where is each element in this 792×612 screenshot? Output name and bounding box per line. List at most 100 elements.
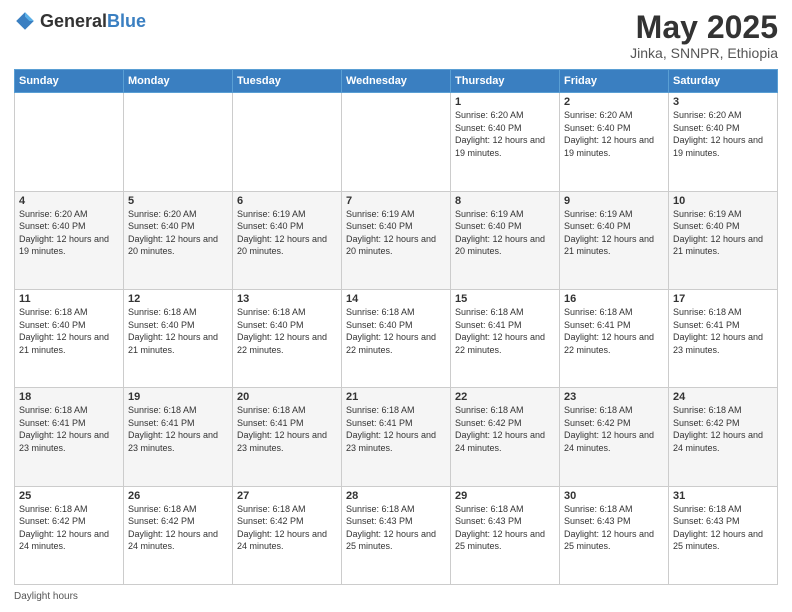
location: Jinka, SNNPR, Ethiopia — [630, 45, 778, 61]
calendar-cell: 15Sunrise: 6:18 AMSunset: 6:41 PMDayligh… — [451, 289, 560, 387]
page: GeneralBlue May 2025 Jinka, SNNPR, Ethio… — [0, 0, 792, 612]
calendar-cell: 8Sunrise: 6:19 AMSunset: 6:40 PMDaylight… — [451, 191, 560, 289]
calendar-week-row: 25Sunrise: 6:18 AMSunset: 6:42 PMDayligh… — [15, 486, 778, 584]
calendar-cell — [233, 93, 342, 191]
calendar-cell: 21Sunrise: 6:18 AMSunset: 6:41 PMDayligh… — [342, 388, 451, 486]
calendar-cell — [15, 93, 124, 191]
calendar-cell: 27Sunrise: 6:18 AMSunset: 6:42 PMDayligh… — [233, 486, 342, 584]
calendar-cell: 10Sunrise: 6:19 AMSunset: 6:40 PMDayligh… — [669, 191, 778, 289]
day-number: 21 — [346, 391, 446, 403]
day-number: 17 — [673, 293, 773, 305]
footer: Daylight hours — [14, 591, 778, 602]
calendar-cell: 18Sunrise: 6:18 AMSunset: 6:41 PMDayligh… — [15, 388, 124, 486]
calendar-cell — [342, 93, 451, 191]
day-number: 2 — [564, 96, 664, 108]
day-number: 22 — [455, 391, 555, 403]
calendar-cell: 12Sunrise: 6:18 AMSunset: 6:40 PMDayligh… — [124, 289, 233, 387]
calendar-week-row: 4Sunrise: 6:20 AMSunset: 6:40 PMDaylight… — [15, 191, 778, 289]
day-info: Sunrise: 6:20 AMSunset: 6:40 PMDaylight:… — [564, 109, 664, 159]
day-number: 6 — [237, 195, 337, 207]
day-info: Sunrise: 6:18 AMSunset: 6:41 PMDaylight:… — [673, 306, 773, 356]
day-info: Sunrise: 6:18 AMSunset: 6:40 PMDaylight:… — [128, 306, 228, 356]
day-number: 4 — [19, 195, 119, 207]
day-info: Sunrise: 6:20 AMSunset: 6:40 PMDaylight:… — [128, 208, 228, 258]
day-number: 26 — [128, 490, 228, 502]
calendar-cell: 20Sunrise: 6:18 AMSunset: 6:41 PMDayligh… — [233, 388, 342, 486]
calendar-cell: 7Sunrise: 6:19 AMSunset: 6:40 PMDaylight… — [342, 191, 451, 289]
day-number: 5 — [128, 195, 228, 207]
calendar-cell: 2Sunrise: 6:20 AMSunset: 6:40 PMDaylight… — [560, 93, 669, 191]
day-number: 9 — [564, 195, 664, 207]
calendar-cell: 4Sunrise: 6:20 AMSunset: 6:40 PMDaylight… — [15, 191, 124, 289]
calendar-header-row: SundayMondayTuesdayWednesdayThursdayFrid… — [15, 70, 778, 93]
day-info: Sunrise: 6:20 AMSunset: 6:40 PMDaylight:… — [19, 208, 119, 258]
day-number: 18 — [19, 391, 119, 403]
day-number: 23 — [564, 391, 664, 403]
calendar-cell: 17Sunrise: 6:18 AMSunset: 6:41 PMDayligh… — [669, 289, 778, 387]
day-info: Sunrise: 6:18 AMSunset: 6:42 PMDaylight:… — [564, 404, 664, 454]
day-number: 27 — [237, 490, 337, 502]
logo-blue: Blue — [107, 11, 146, 31]
calendar-cell: 6Sunrise: 6:19 AMSunset: 6:40 PMDaylight… — [233, 191, 342, 289]
day-info: Sunrise: 6:18 AMSunset: 6:41 PMDaylight:… — [455, 306, 555, 356]
day-number: 25 — [19, 490, 119, 502]
day-number: 8 — [455, 195, 555, 207]
logo: GeneralBlue — [14, 10, 146, 32]
logo-icon — [14, 10, 36, 32]
day-info: Sunrise: 6:18 AMSunset: 6:42 PMDaylight:… — [455, 404, 555, 454]
calendar-cell: 5Sunrise: 6:20 AMSunset: 6:40 PMDaylight… — [124, 191, 233, 289]
day-info: Sunrise: 6:18 AMSunset: 6:42 PMDaylight:… — [128, 503, 228, 553]
day-number: 10 — [673, 195, 773, 207]
calendar-table: SundayMondayTuesdayWednesdayThursdayFrid… — [14, 69, 778, 585]
month-title: May 2025 — [630, 10, 778, 45]
day-number: 30 — [564, 490, 664, 502]
calendar-day-header: Thursday — [451, 70, 560, 93]
day-number: 16 — [564, 293, 664, 305]
day-info: Sunrise: 6:18 AMSunset: 6:42 PMDaylight:… — [19, 503, 119, 553]
day-number: 20 — [237, 391, 337, 403]
day-number: 15 — [455, 293, 555, 305]
calendar-cell: 31Sunrise: 6:18 AMSunset: 6:43 PMDayligh… — [669, 486, 778, 584]
logo-general: General — [40, 11, 107, 31]
day-info: Sunrise: 6:18 AMSunset: 6:41 PMDaylight:… — [237, 404, 337, 454]
day-info: Sunrise: 6:18 AMSunset: 6:42 PMDaylight:… — [237, 503, 337, 553]
calendar-day-header: Saturday — [669, 70, 778, 93]
calendar-cell: 11Sunrise: 6:18 AMSunset: 6:40 PMDayligh… — [15, 289, 124, 387]
calendar-day-header: Sunday — [15, 70, 124, 93]
day-info: Sunrise: 6:18 AMSunset: 6:43 PMDaylight:… — [564, 503, 664, 553]
calendar-cell: 25Sunrise: 6:18 AMSunset: 6:42 PMDayligh… — [15, 486, 124, 584]
day-info: Sunrise: 6:19 AMSunset: 6:40 PMDaylight:… — [237, 208, 337, 258]
day-number: 28 — [346, 490, 446, 502]
calendar-cell: 30Sunrise: 6:18 AMSunset: 6:43 PMDayligh… — [560, 486, 669, 584]
day-number: 14 — [346, 293, 446, 305]
day-info: Sunrise: 6:18 AMSunset: 6:40 PMDaylight:… — [346, 306, 446, 356]
calendar-week-row: 11Sunrise: 6:18 AMSunset: 6:40 PMDayligh… — [15, 289, 778, 387]
calendar-cell: 24Sunrise: 6:18 AMSunset: 6:42 PMDayligh… — [669, 388, 778, 486]
calendar-cell: 9Sunrise: 6:19 AMSunset: 6:40 PMDaylight… — [560, 191, 669, 289]
day-number: 29 — [455, 490, 555, 502]
title-block: May 2025 Jinka, SNNPR, Ethiopia — [630, 10, 778, 61]
calendar-day-header: Monday — [124, 70, 233, 93]
day-info: Sunrise: 6:18 AMSunset: 6:43 PMDaylight:… — [346, 503, 446, 553]
calendar-cell: 19Sunrise: 6:18 AMSunset: 6:41 PMDayligh… — [124, 388, 233, 486]
calendar-cell: 1Sunrise: 6:20 AMSunset: 6:40 PMDaylight… — [451, 93, 560, 191]
day-info: Sunrise: 6:20 AMSunset: 6:40 PMDaylight:… — [673, 109, 773, 159]
header: GeneralBlue May 2025 Jinka, SNNPR, Ethio… — [14, 10, 778, 61]
day-info: Sunrise: 6:18 AMSunset: 6:43 PMDaylight:… — [673, 503, 773, 553]
day-number: 13 — [237, 293, 337, 305]
calendar-cell: 16Sunrise: 6:18 AMSunset: 6:41 PMDayligh… — [560, 289, 669, 387]
calendar-cell: 14Sunrise: 6:18 AMSunset: 6:40 PMDayligh… — [342, 289, 451, 387]
day-info: Sunrise: 6:18 AMSunset: 6:41 PMDaylight:… — [564, 306, 664, 356]
day-number: 1 — [455, 96, 555, 108]
day-info: Sunrise: 6:18 AMSunset: 6:40 PMDaylight:… — [19, 306, 119, 356]
calendar-day-header: Friday — [560, 70, 669, 93]
day-info: Sunrise: 6:19 AMSunset: 6:40 PMDaylight:… — [673, 208, 773, 258]
footer-label: Daylight hours — [14, 591, 78, 602]
calendar-week-row: 1Sunrise: 6:20 AMSunset: 6:40 PMDaylight… — [15, 93, 778, 191]
day-number: 3 — [673, 96, 773, 108]
calendar-cell: 28Sunrise: 6:18 AMSunset: 6:43 PMDayligh… — [342, 486, 451, 584]
day-info: Sunrise: 6:18 AMSunset: 6:40 PMDaylight:… — [237, 306, 337, 356]
day-info: Sunrise: 6:18 AMSunset: 6:41 PMDaylight:… — [128, 404, 228, 454]
day-info: Sunrise: 6:20 AMSunset: 6:40 PMDaylight:… — [455, 109, 555, 159]
day-info: Sunrise: 6:18 AMSunset: 6:41 PMDaylight:… — [19, 404, 119, 454]
